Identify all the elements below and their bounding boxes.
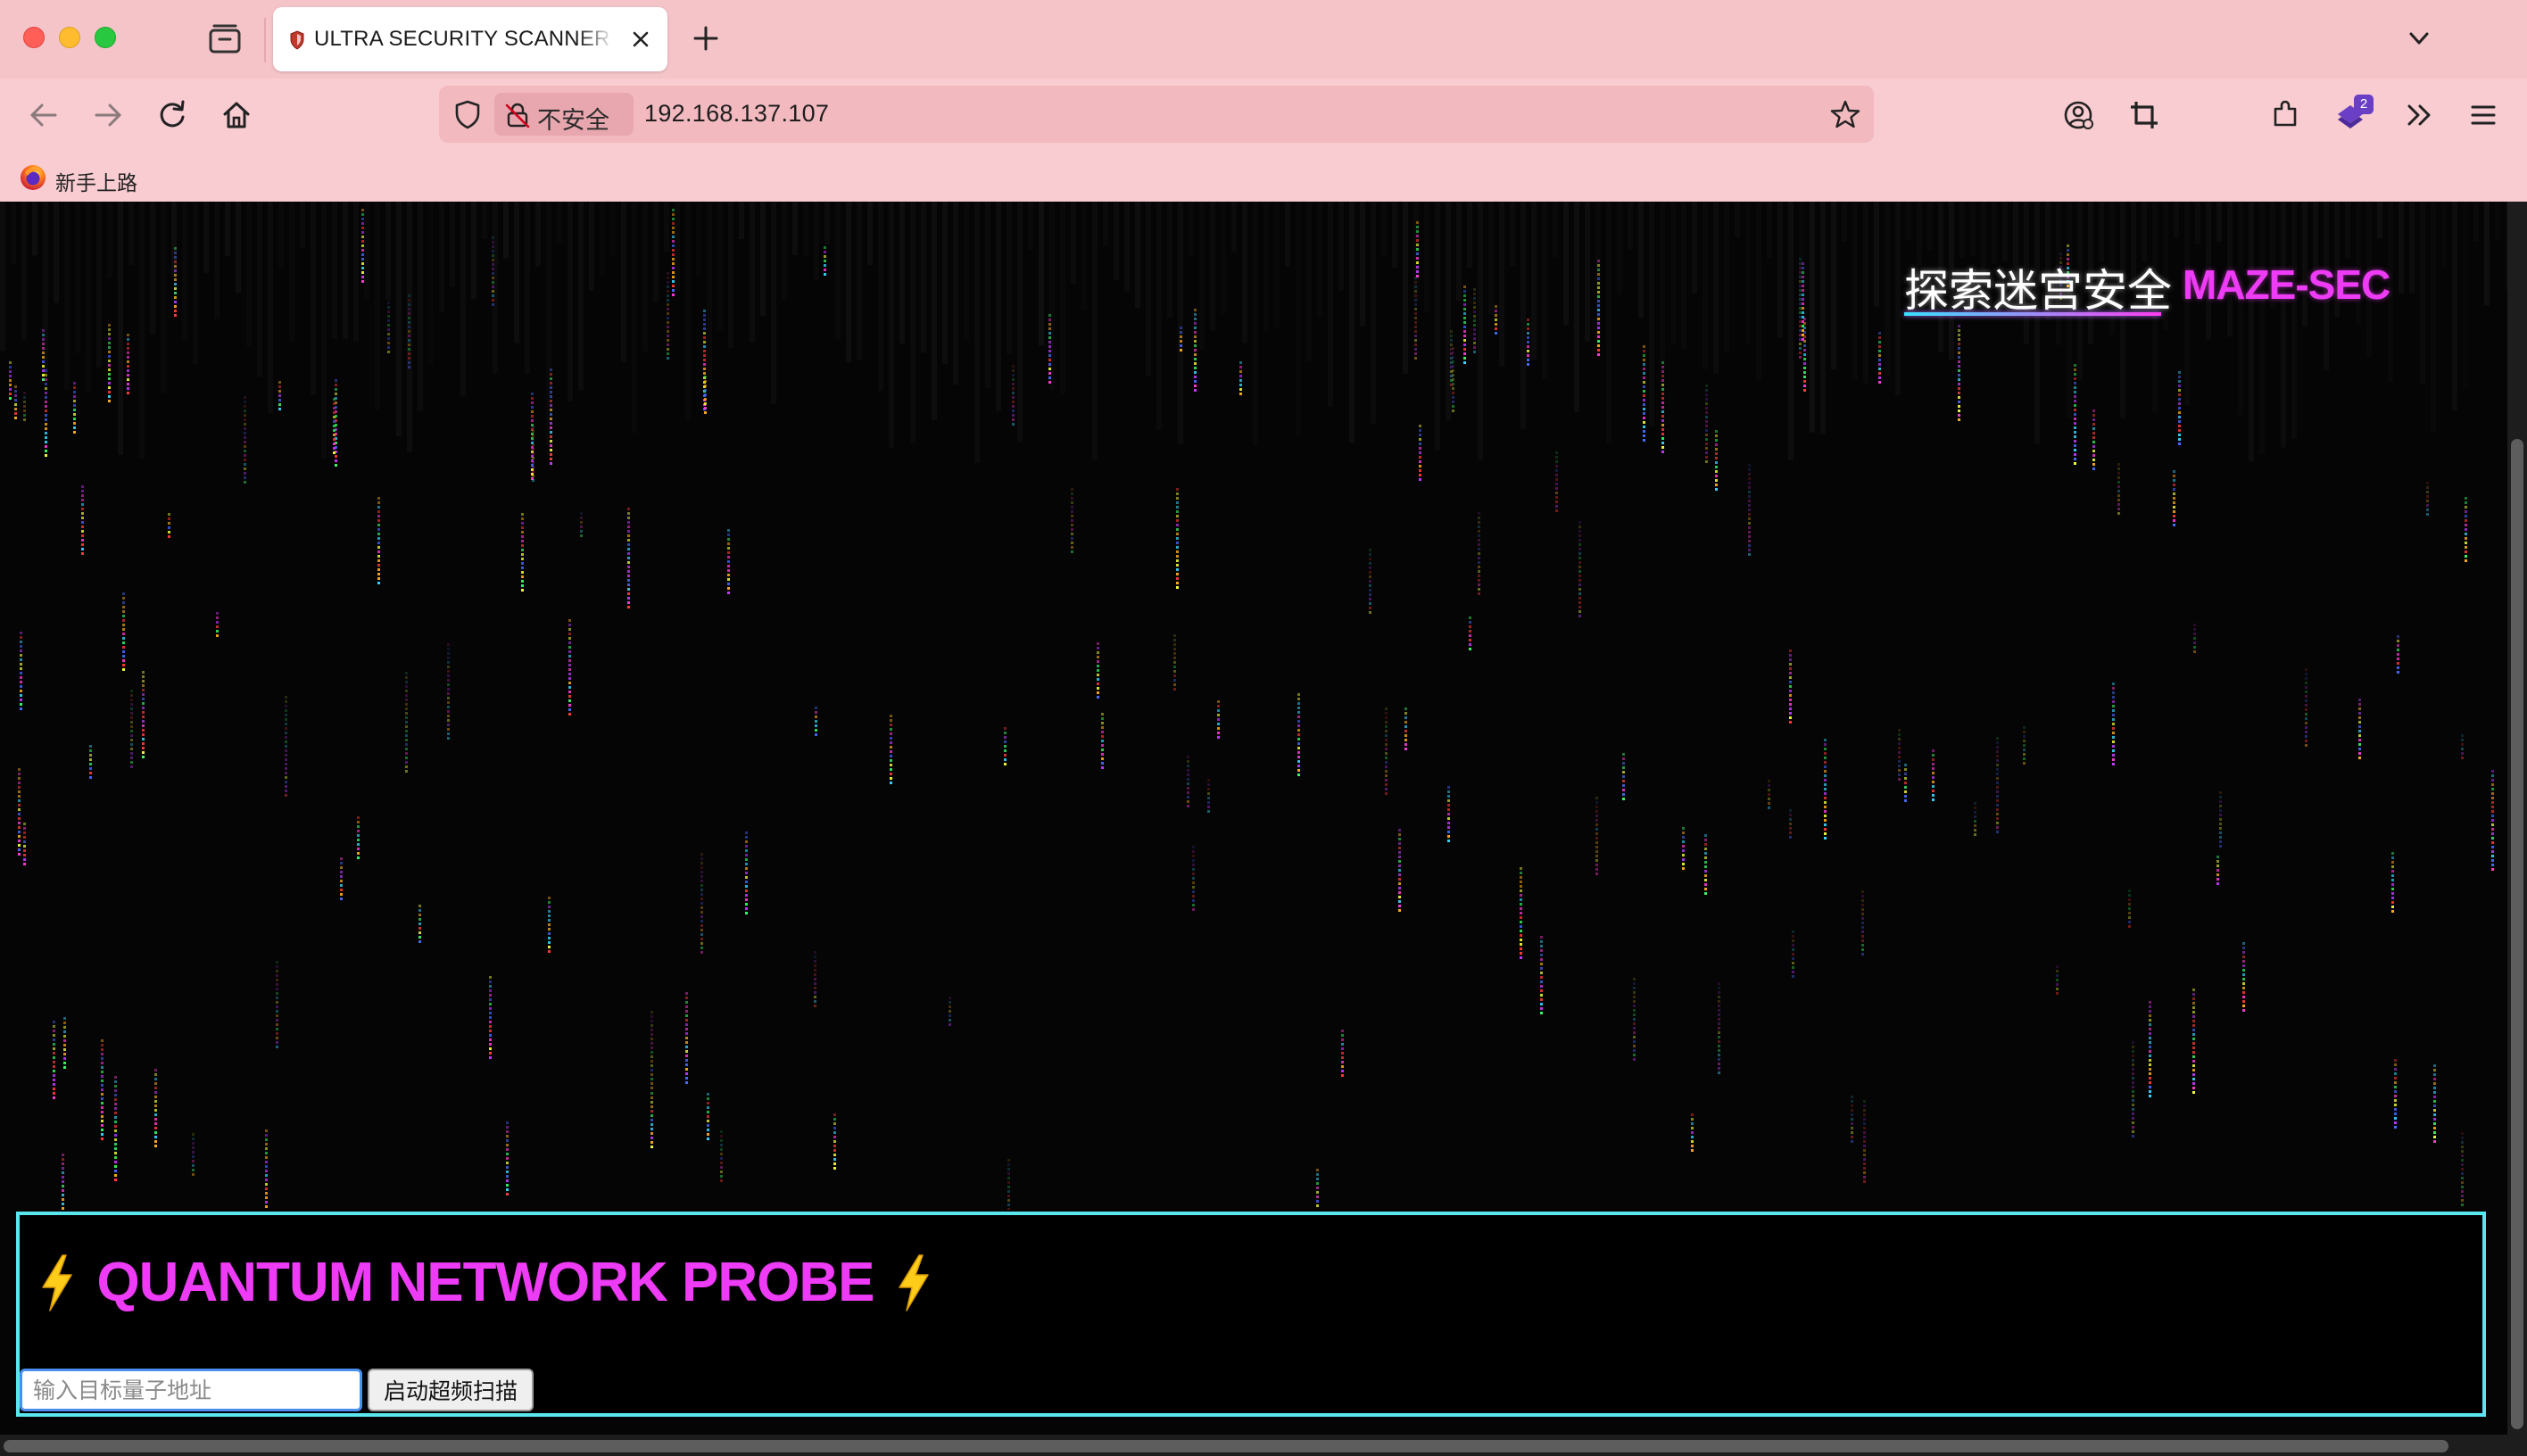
addon-badge: 2 — [2354, 95, 2374, 114]
bookmarks-toolbar: 新手上路 — [0, 152, 2527, 202]
chevron-down-icon[interactable] — [2406, 25, 2432, 52]
tracking-shield-icon[interactable] — [452, 98, 484, 130]
forward-icon[interactable] — [89, 96, 127, 134]
target-address-input[interactable] — [20, 1369, 362, 1411]
page-viewport: 探索迷宫安全 MAZE-SEC QUANTUM NETWORK PROBE 启动… — [0, 202, 2527, 1456]
star-icon[interactable] — [1829, 98, 1861, 130]
new-tab-icon[interactable] — [691, 23, 721, 54]
brand-logo-text[interactable]: MAZE-SEC — [2183, 261, 2390, 309]
horizontal-scrollbar-thumb[interactable] — [4, 1440, 2448, 1452]
lightning-icon — [42, 1253, 72, 1311]
addon-button[interactable]: 2 — [2332, 95, 2375, 136]
bookmark-label: 新手上路 — [55, 172, 137, 195]
probe-panel: QUANTUM NETWORK PROBE 启动超频扫描 — [16, 1212, 2486, 1417]
security-indicator[interactable]: 不安全 — [494, 93, 634, 136]
insecure-lock-icon — [505, 103, 530, 128]
matrix-rain-background — [0, 202, 2507, 1210]
menu-icon[interactable] — [2465, 96, 2502, 134]
brand-chinese-title[interactable]: 探索迷宫安全 — [1904, 255, 2172, 319]
tab-separator — [264, 18, 266, 62]
firefox-icon — [21, 165, 46, 190]
probe-heading: QUANTUM NETWORK PROBE — [36, 1251, 935, 1322]
url-address[interactable]: 192.168.137.107 — [644, 100, 829, 128]
overflow-icon[interactable] — [2400, 96, 2438, 134]
security-label: 不安全 — [537, 107, 609, 135]
lightning-icon — [899, 1253, 929, 1311]
start-scan-button[interactable]: 启动超频扫描 — [368, 1369, 534, 1411]
screenshot-icon[interactable] — [2125, 96, 2163, 134]
url-bar[interactable]: 不安全 192.168.137.107 — [439, 86, 1874, 143]
extensions-icon[interactable] — [2266, 96, 2304, 134]
vertical-scrollbar[interactable] — [2507, 202, 2527, 1456]
tab-title: ULTRA SECURITY SCANNER v12.0 — [314, 27, 614, 51]
shield-icon — [290, 30, 304, 50]
tab-bar: ULTRA SECURITY SCANNER v12.0 — [0, 0, 2527, 79]
account-icon[interactable] — [2059, 96, 2097, 134]
maximize-window-button[interactable] — [95, 27, 116, 48]
tab-overview-icon[interactable] — [207, 23, 243, 55]
home-icon[interactable] — [218, 96, 255, 134]
horizontal-scrollbar[interactable] — [0, 1435, 2507, 1456]
close-icon[interactable] — [628, 27, 653, 52]
minimize-window-button[interactable] — [59, 27, 80, 48]
back-icon[interactable] — [25, 96, 62, 134]
reload-icon[interactable] — [153, 96, 191, 134]
close-window-button[interactable] — [23, 27, 45, 48]
active-tab[interactable]: ULTRA SECURITY SCANNER v12.0 — [273, 7, 667, 71]
probe-title: QUANTUM NETWORK PROBE — [96, 1252, 874, 1313]
vertical-scrollbar-thumb[interactable] — [2511, 439, 2523, 1429]
navigation-toolbar: 不安全 192.168.137.107 2 — [0, 79, 2527, 152]
brand-underline — [1904, 312, 2161, 316]
